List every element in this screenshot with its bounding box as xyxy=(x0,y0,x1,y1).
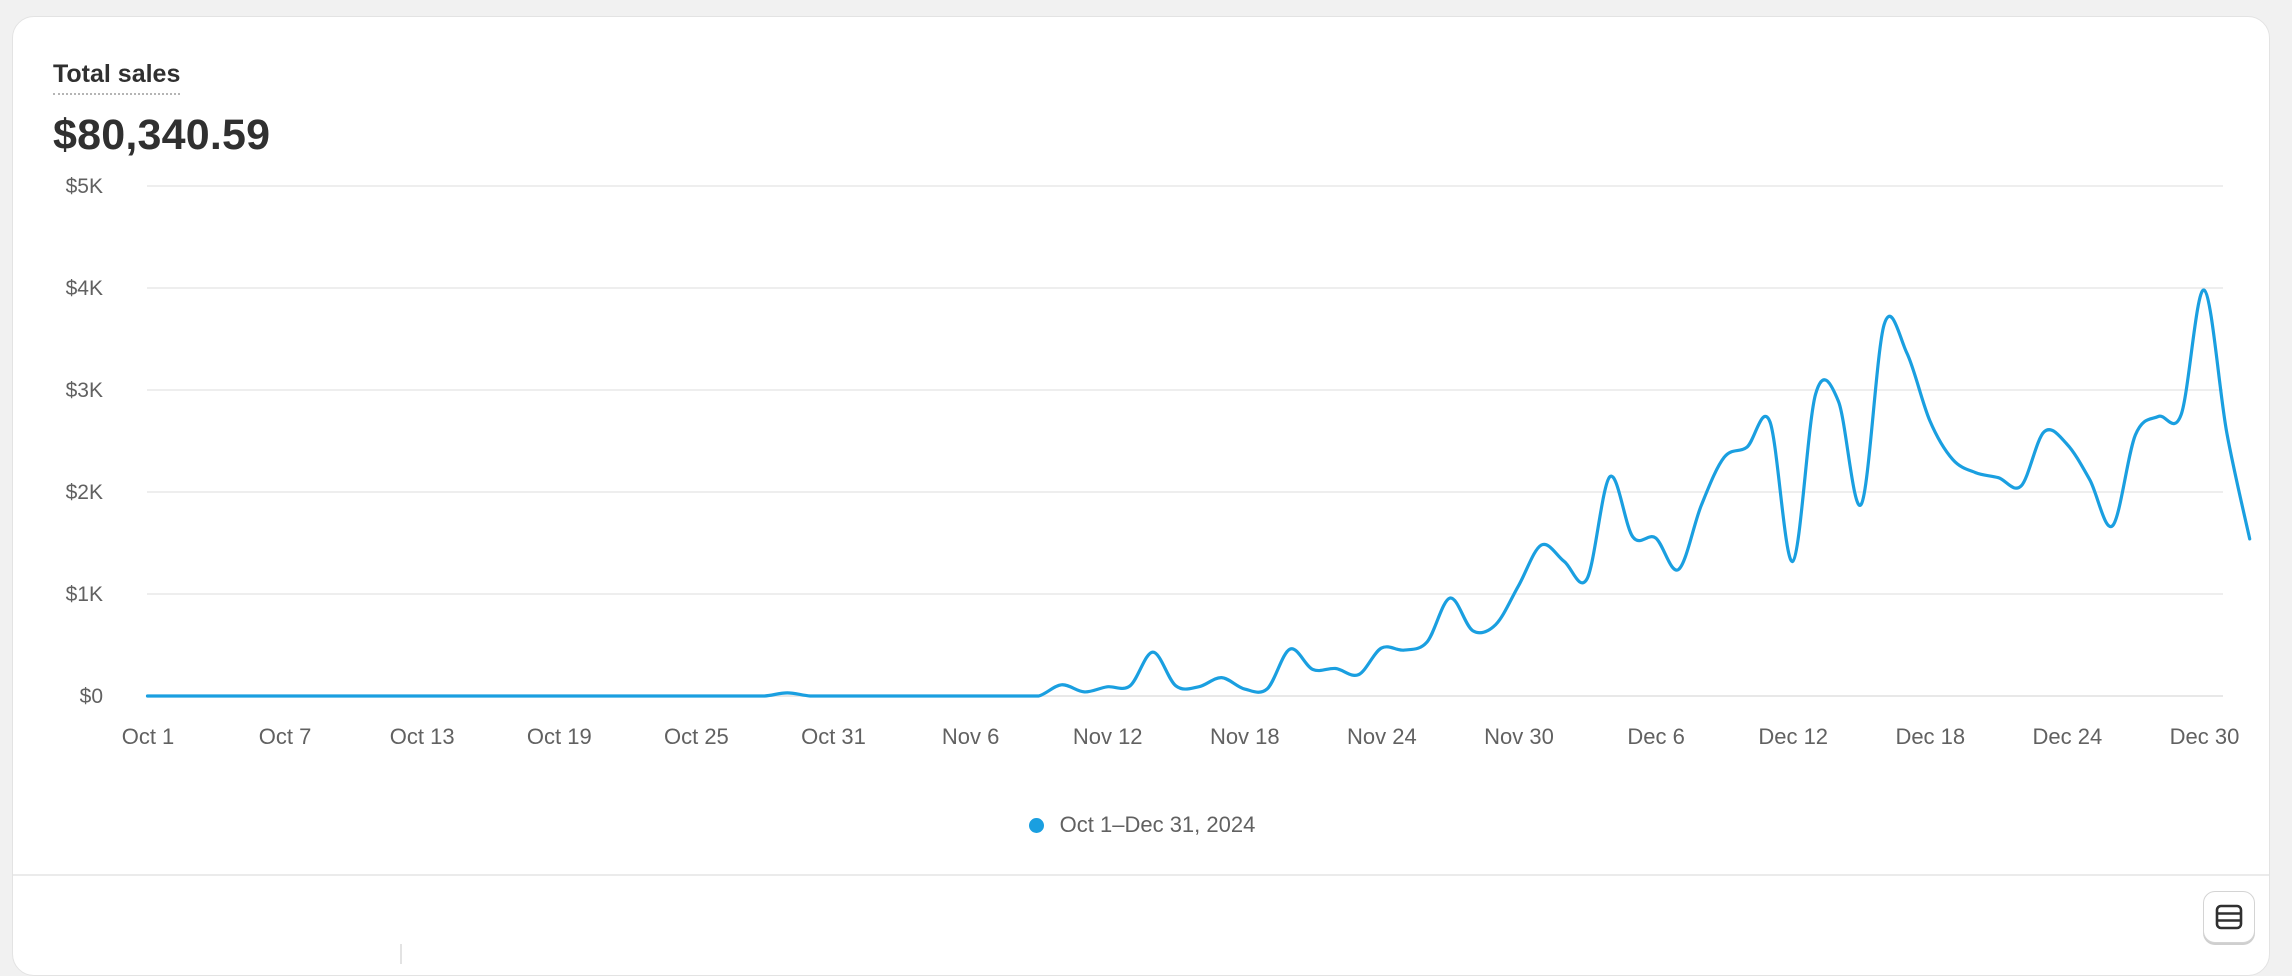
x-tick-label: Nov 24 xyxy=(1347,724,1417,749)
x-tick-label: Dec 18 xyxy=(1895,724,1965,749)
x-axis-ticks: Oct 1 Oct 7 Oct 13 Oct 19 Oct 25 Oct 31 Nov 6 N… xyxy=(122,724,2240,749)
x-tick-label: Nov 12 xyxy=(1073,724,1143,749)
y-tick-label: $0 xyxy=(80,685,103,708)
x-tick-label: Nov 6 xyxy=(942,724,999,749)
grid-lines xyxy=(147,185,2223,697)
table-view-icon xyxy=(2215,904,2243,930)
sales-line-chart: $0 $1K $2K $3K $4K $5K Oct 1 Oct 7 Oct 13 Oct 19… xyxy=(66,175,2252,749)
legend-label: Oct 1–Dec 31, 2024 xyxy=(1059,812,1256,837)
x-tick-label: Oct 13 xyxy=(390,724,455,749)
legend-dot-icon xyxy=(1028,817,1044,833)
chart-legend: Oct 1–Dec 31, 2024 xyxy=(13,812,2269,838)
x-tick-label: Dec 12 xyxy=(1758,724,1828,749)
y-tick-label: $1K xyxy=(66,583,103,606)
x-tick-label: Nov 18 xyxy=(1210,724,1280,749)
y-tick-label: $5K xyxy=(66,175,103,198)
bottom-separator xyxy=(400,944,402,964)
x-tick-label: Oct 19 xyxy=(527,724,592,749)
y-tick-label: $4K xyxy=(66,277,103,300)
x-tick-label: Oct 31 xyxy=(801,724,866,749)
x-tick-label: Dec 6 xyxy=(1627,724,1684,749)
x-tick-label: Oct 1 xyxy=(122,724,175,749)
card-divider xyxy=(13,874,2269,876)
x-tick-label: Oct 25 xyxy=(664,724,729,749)
x-tick-label: Oct 7 xyxy=(259,724,312,749)
y-axis-ticks: $0 $1K $2K $3K $4K $5K xyxy=(66,175,103,708)
table-view-button[interactable] xyxy=(2203,891,2255,943)
total-sales-card: Total sales $80,340.59 $0 $1K $2K $3K $4K $5K… xyxy=(12,16,2270,976)
x-tick-label: Nov 30 xyxy=(1484,724,1554,749)
x-tick-label: Dec 30 xyxy=(2170,724,2240,749)
y-tick-label: $2K xyxy=(66,481,103,504)
x-tick-label: Dec 24 xyxy=(2033,724,2103,749)
y-tick-label: $3K xyxy=(66,379,103,402)
series-line xyxy=(145,288,2252,698)
